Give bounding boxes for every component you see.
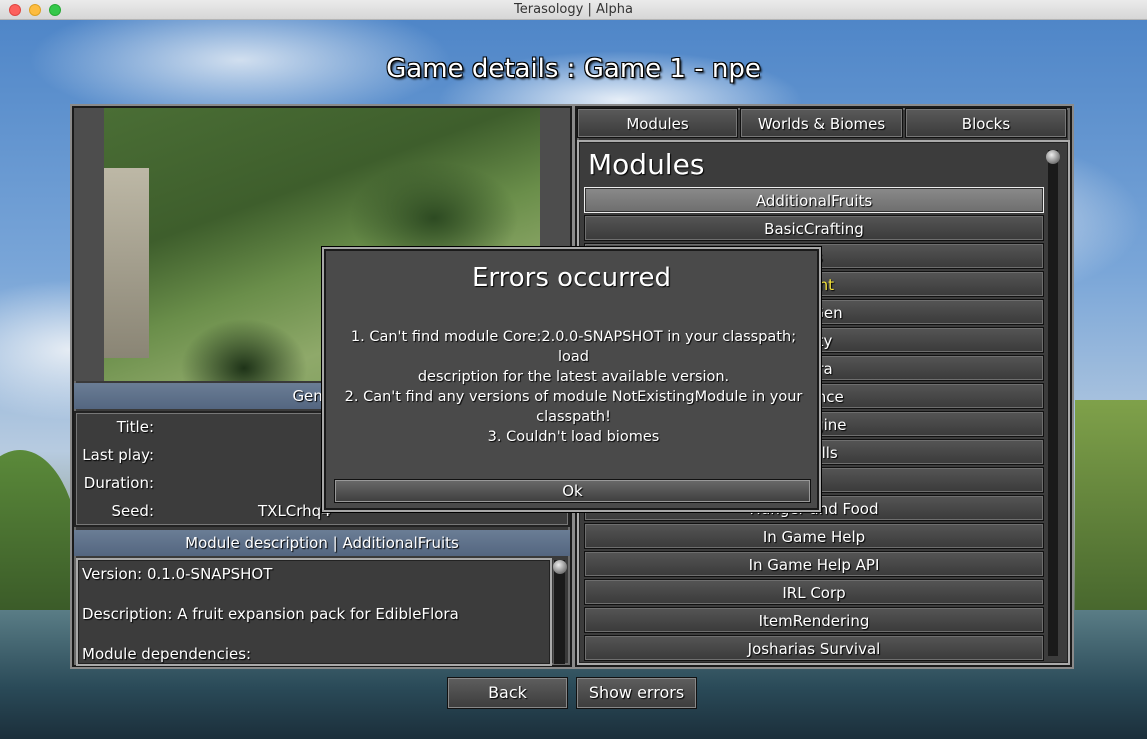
module-list-item[interactable]: BasicCrafting	[584, 215, 1044, 241]
general-label: Last play:	[82, 446, 154, 464]
dialog-message-line: description for the latest available ver…	[417, 369, 730, 385]
error-dialog: Errors occurred 1. Can't find module Cor…	[322, 247, 821, 512]
dialog-message-line: 3. Couldn't load biomes	[487, 429, 660, 445]
back-button[interactable]: Back	[447, 677, 568, 709]
description-scroll-thumb[interactable]	[553, 560, 567, 574]
dialog-message-line: classpath!	[536, 409, 611, 425]
module-list-item[interactable]: In Game Help API	[584, 551, 1044, 577]
window-titlebar: Terasology | Alpha	[0, 0, 1147, 20]
module-list-item[interactable]: ItemRendering	[584, 607, 1044, 633]
window-minimize-button[interactable]	[29, 4, 41, 16]
preview-border-left	[74, 108, 104, 381]
tab-modules[interactable]: Modules	[577, 108, 738, 138]
modules-heading: Modules	[588, 148, 705, 181]
dialog-message-line: 2. Can't find any versions of module Not…	[344, 389, 803, 405]
seed-value: TXLCrhq4	[258, 502, 331, 520]
window-title: Terasology | Alpha	[514, 2, 633, 17]
ok-button[interactable]: Ok	[334, 479, 811, 503]
general-label: Duration:	[83, 474, 154, 492]
window-close-button[interactable]	[9, 4, 21, 16]
description-line: Version: 0.1.0-SNAPSHOT	[82, 565, 273, 583]
show-errors-button[interactable]: Show errors	[576, 677, 697, 709]
module-list-scroll-thumb[interactable]	[1046, 150, 1060, 164]
description-scrollbar[interactable]	[553, 560, 567, 664]
description-line: Module dependencies:	[82, 645, 252, 663]
module-list-item[interactable]: Josharias Survival	[584, 635, 1044, 661]
module-description-header: Module description | AdditionalFruits	[74, 530, 570, 556]
page-title: Game details : Game 1 - npe	[386, 54, 761, 84]
description-line: Description: A fruit expansion pack for …	[82, 605, 459, 623]
dialog-message-line: 1. Can't find module Core:2.0.0-SNAPSHOT…	[350, 329, 797, 365]
tab-blocks[interactable]: Blocks	[905, 108, 1067, 138]
dialog-message: 1. Can't find module Core:2.0.0-SNAPSHOT…	[344, 327, 803, 447]
module-description-box[interactable]: Version: 0.1.0-SNAPSHOT Description: A f…	[76, 558, 552, 666]
module-list-item[interactable]: IRL Corp	[584, 579, 1044, 605]
module-list-scrollbar[interactable]	[1046, 150, 1060, 656]
dialog-title: Errors occurred	[471, 263, 671, 293]
description-line	[82, 584, 546, 604]
module-list-item[interactable]: AdditionalFruits	[584, 187, 1044, 213]
module-list-item[interactable]: In Game Help	[584, 523, 1044, 549]
general-label: Seed:	[111, 502, 154, 520]
preview-rock	[104, 168, 149, 358]
tab-worlds-biomes[interactable]: Worlds & Biomes	[740, 108, 903, 138]
window-maximize-button[interactable]	[49, 4, 61, 16]
general-label: Title:	[116, 418, 154, 436]
description-line	[82, 624, 546, 644]
